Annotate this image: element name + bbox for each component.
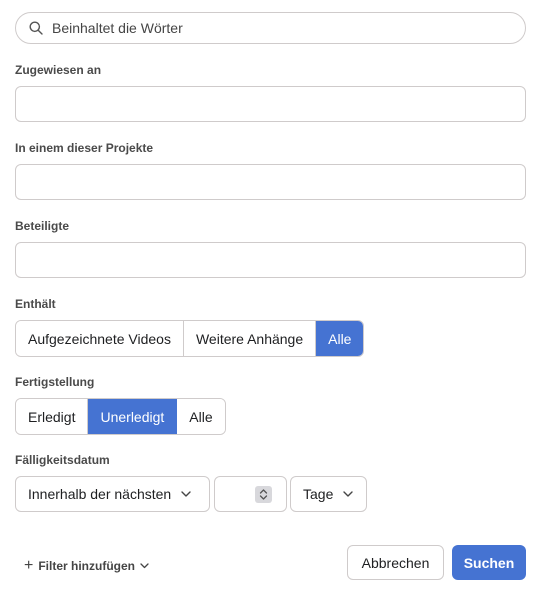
contains-option-all[interactable]: Alle	[316, 321, 364, 356]
contains-option-attachments[interactable]: Weitere Anhänge	[183, 321, 317, 356]
contains-label: Enthält	[15, 297, 56, 311]
completion-option-open[interactable]: Unerledigt	[88, 399, 178, 434]
due-date-label: Fälligkeitsdatum	[15, 453, 110, 467]
chevron-down-icon	[343, 491, 354, 497]
add-filter-label: Filter hinzufügen	[38, 559, 135, 573]
completion-option-all[interactable]: Alle	[177, 399, 225, 434]
collaborators-label: Beteiligte	[15, 219, 70, 233]
contains-option-videos[interactable]: Aufgezeichnete Videos	[16, 321, 184, 356]
search-input[interactable]: Beinhaltet die Wörter	[15, 12, 526, 44]
chevron-down-icon	[181, 491, 191, 497]
projects-input[interactable]	[15, 164, 526, 200]
projects-label: In einem dieser Projekte	[15, 141, 154, 155]
completion-segmented-control: Erledigt Unerledigt Alle	[15, 398, 226, 435]
assigned-input[interactable]	[15, 86, 526, 122]
due-date-range-select[interactable]: Innerhalb der nächsten	[15, 476, 210, 512]
due-date-unit-value: Tage	[303, 486, 334, 502]
chevron-down-icon	[140, 563, 149, 569]
collaborators-input[interactable]	[15, 242, 526, 278]
cancel-button[interactable]: Abbrechen	[347, 545, 444, 580]
due-date-range-value: Innerhalb der nächsten	[28, 486, 172, 502]
completion-label: Fertigstellung	[15, 375, 95, 389]
contains-segmented-control: Aufgezeichnete Videos Weitere Anhänge Al…	[15, 320, 365, 357]
due-date-unit-select[interactable]: Tage	[290, 476, 367, 512]
stepper-icon[interactable]	[255, 486, 272, 503]
plus-icon: +	[24, 557, 34, 574]
assigned-label: Zugewiesen an	[15, 63, 102, 77]
add-filter-button[interactable]: + Filter hinzufügen	[24, 557, 149, 575]
search-button[interactable]: Suchen	[452, 545, 526, 580]
search-icon	[28, 20, 44, 36]
completion-option-done[interactable]: Erledigt	[16, 399, 89, 434]
due-date-number-input[interactable]	[214, 476, 287, 512]
search-placeholder: Beinhaltet die Wörter	[52, 20, 183, 36]
